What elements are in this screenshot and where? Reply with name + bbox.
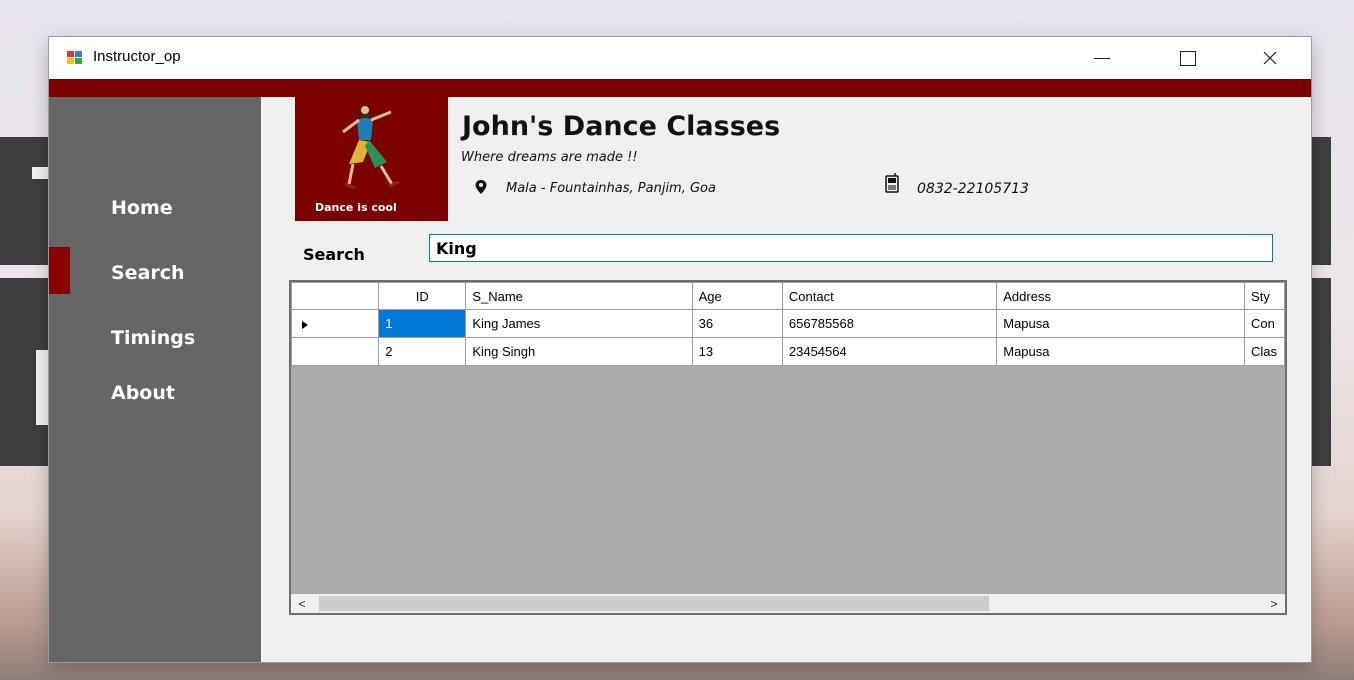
window-title: Instructor_op	[93, 48, 181, 65]
background-panel-left	[0, 137, 49, 265]
dancer-icon	[342, 106, 400, 190]
scroll-left-button[interactable]: <	[291, 594, 313, 613]
sidebar: Home Search Timings About	[49, 97, 261, 662]
minimize-button[interactable]	[1079, 41, 1125, 75]
row-header-corner	[291, 282, 380, 310]
table-cell-style[interactable]: Clas	[1244, 337, 1285, 366]
column-header-s-name[interactable]: S_Name	[465, 282, 693, 310]
column-header-address[interactable]: Address	[996, 282, 1246, 310]
sidebar-item-home[interactable]: Home	[49, 192, 261, 226]
title-bar[interactable]: Instructor_op	[49, 37, 1311, 79]
table-cell-age[interactable]: 13	[691, 337, 783, 366]
column-header-contact[interactable]: Contact	[781, 282, 998, 310]
logo-caption: Dance is cool	[315, 201, 397, 214]
table-cell-id[interactable]: 1	[378, 309, 467, 338]
sidebar-item-label: Timings	[111, 327, 196, 349]
current-row-arrow-icon	[302, 320, 308, 329]
minimize-icon	[1094, 57, 1110, 59]
column-header-id[interactable]: ID	[378, 282, 467, 310]
search-input[interactable]	[429, 234, 1273, 262]
sidebar-item-search[interactable]: Search	[49, 257, 261, 291]
row-header[interactable]	[291, 337, 380, 366]
background-panel-right-lower	[1311, 278, 1331, 466]
app-icon	[67, 51, 83, 65]
table-cell-id[interactable]: 2	[378, 337, 467, 366]
sidebar-item-label: About	[111, 382, 175, 404]
column-header-age[interactable]: Age	[691, 282, 783, 310]
instructor-window: Instructor_op Home Search Timings About	[49, 37, 1311, 662]
close-button[interactable]	[1247, 41, 1293, 75]
location-pin-icon	[475, 180, 487, 194]
background-glyph	[32, 167, 49, 179]
maximize-button[interactable]	[1165, 41, 1211, 75]
table-header-row: ID S_Name Age Contact Address Sty	[291, 282, 1285, 310]
phone-number: 0832-22105713	[917, 181, 1029, 197]
close-icon	[1263, 51, 1277, 65]
sidebar-item-label: Home	[111, 197, 173, 219]
table-cell-s-name[interactable]: King James	[465, 309, 693, 338]
table-cell-address[interactable]: Mapusa	[996, 309, 1246, 338]
scroll-right-button[interactable]: >	[1263, 594, 1285, 613]
results-grid[interactable]: ID S_Name Age Contact Address Sty 1 King…	[289, 280, 1287, 615]
maximize-icon	[1180, 50, 1196, 66]
table-row[interactable]: 2 King Singh 13 23454564 Mapusa Clas	[291, 337, 1285, 366]
tagline: Where dreams are made !!	[461, 150, 638, 165]
sidebar-item-timings[interactable]: Timings	[49, 322, 261, 356]
sidebar-item-label: Search	[111, 262, 185, 284]
search-label: Search	[303, 245, 365, 264]
table-cell-age[interactable]: 36	[691, 309, 783, 338]
header-accent-bar	[49, 79, 1311, 97]
table-cell-style[interactable]: Con	[1244, 309, 1285, 338]
table-cell-contact[interactable]: 656785568	[781, 309, 998, 338]
background-panel-right	[1311, 137, 1331, 265]
row-header[interactable]	[291, 309, 380, 338]
column-header-style[interactable]: Sty	[1244, 282, 1285, 310]
location-text: Mala - Fountainhas, Panjim, Goa	[506, 181, 716, 196]
phone-icon	[885, 173, 899, 193]
scrollbar-thumb[interactable]	[319, 596, 989, 611]
logo: Dance is cool	[295, 97, 448, 221]
page-title: John's Dance Classes	[462, 111, 781, 142]
table-cell-contact[interactable]: 23454564	[781, 337, 998, 366]
table-row[interactable]: 1 King James 36 656785568 Mapusa Con	[291, 309, 1285, 338]
table-cell-s-name[interactable]: King Singh	[465, 337, 693, 366]
horizontal-scrollbar[interactable]: < >	[291, 594, 1285, 613]
table-cell-address[interactable]: Mapusa	[996, 337, 1246, 366]
results-table: ID S_Name Age Contact Address Sty 1 King…	[291, 282, 1285, 366]
background-glyph	[36, 350, 49, 425]
sidebar-item-about[interactable]: About	[49, 377, 261, 411]
